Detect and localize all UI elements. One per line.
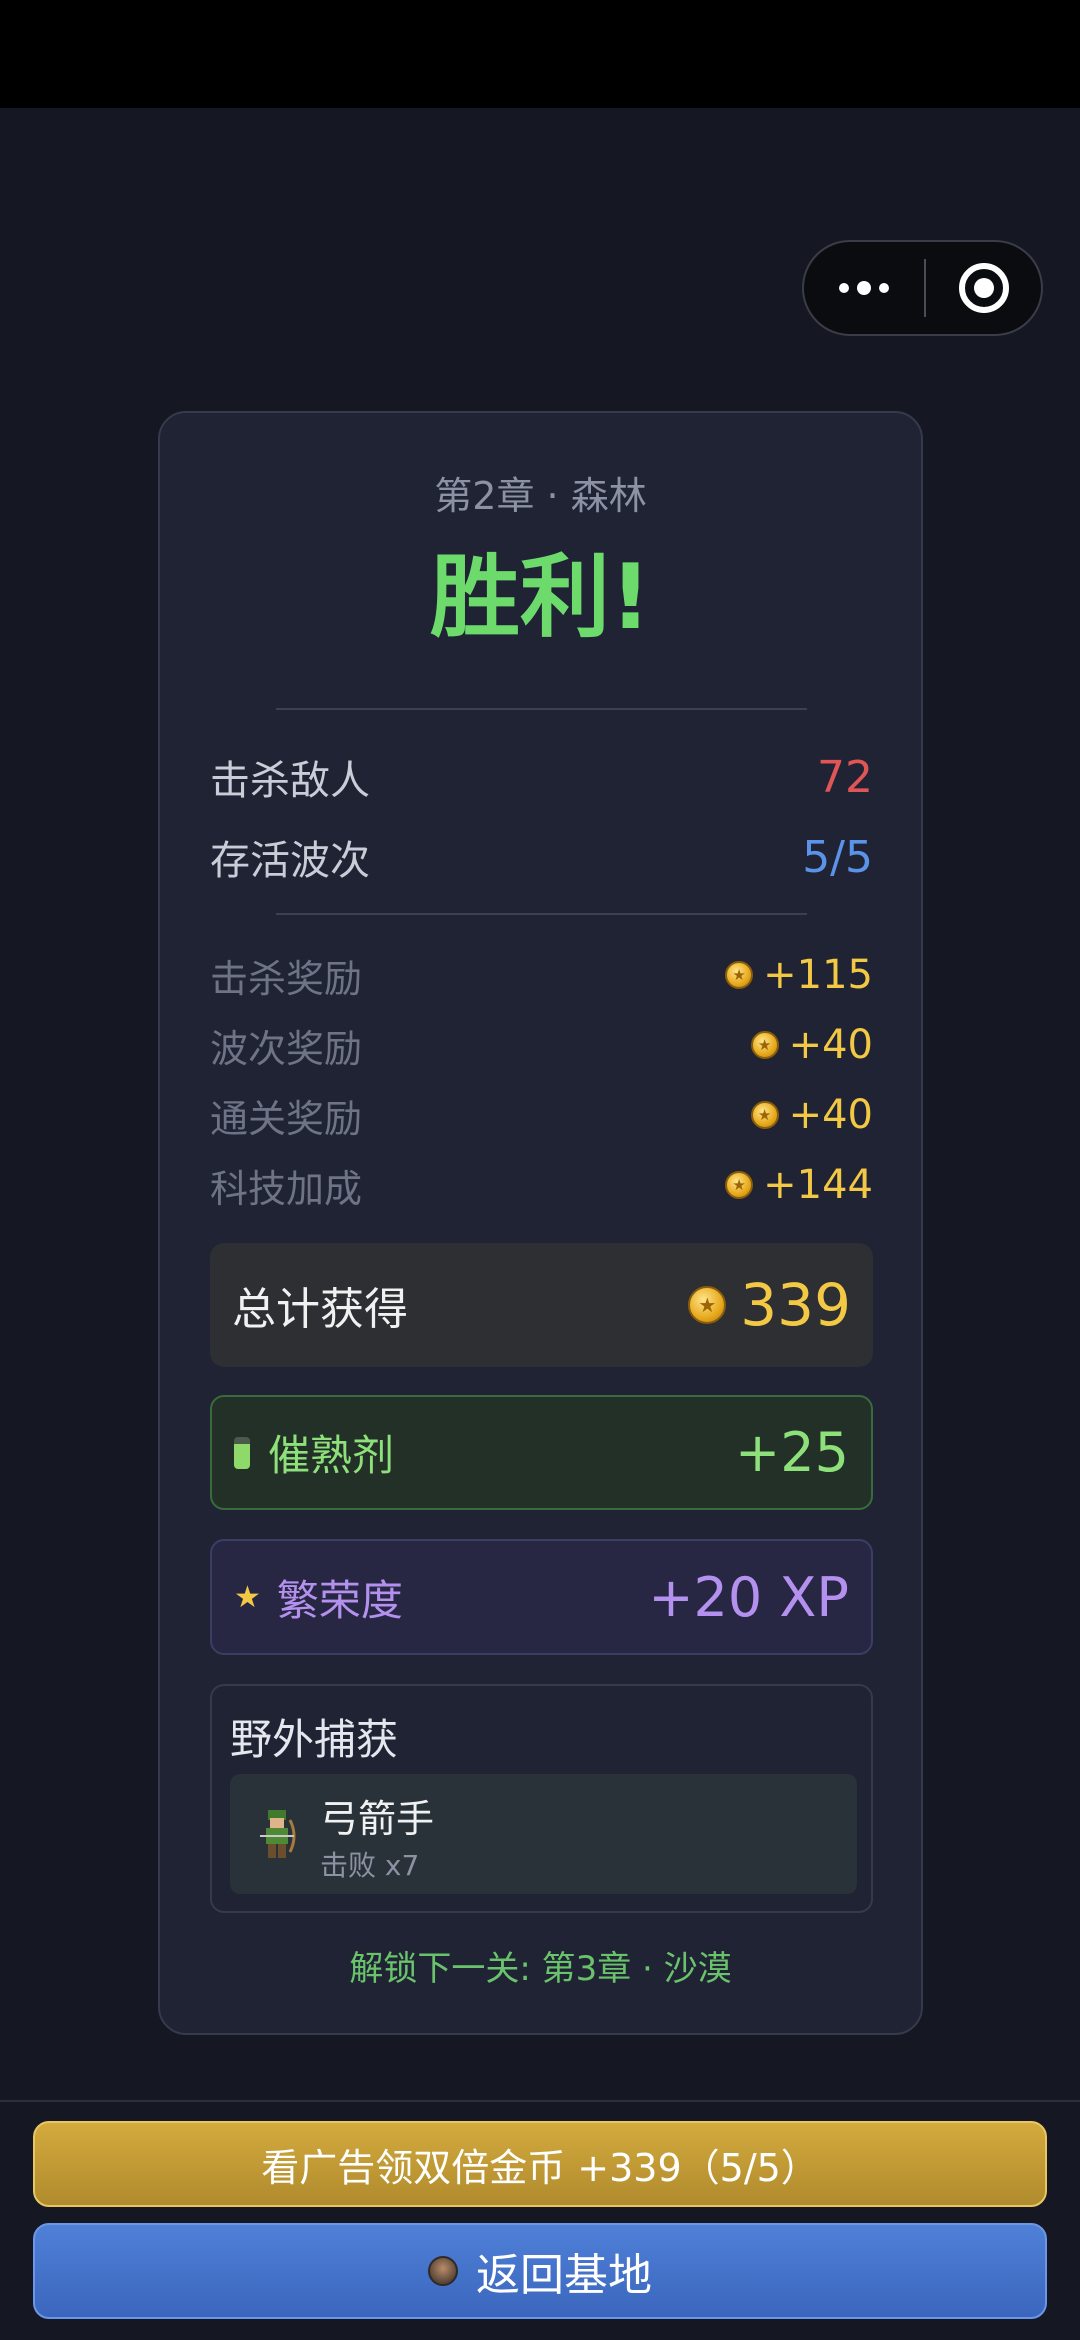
coin-icon — [725, 961, 754, 989]
base-icon — [428, 2256, 458, 2286]
result-card: 第2章 · 森林 胜利! 击杀敌人 72 存活波次 5/5 击杀奖励 +115 … — [158, 411, 923, 2035]
reward-amount: +115 — [763, 952, 873, 998]
unlock-next-text: 解锁下一关: 第3章 · 沙漠 — [349, 1949, 732, 1989]
mini-program-capsule — [802, 240, 1043, 336]
coin-icon — [725, 1171, 754, 1199]
coin-icon — [750, 1101, 779, 1129]
reward-row: 科技加成 +144 — [210, 1157, 873, 1213]
reward-label: 科技加成 — [210, 1166, 363, 1211]
reward-row: 击杀奖励 +115 — [210, 947, 873, 1003]
total-label: 总计获得 — [232, 1284, 408, 1335]
divider — [276, 708, 807, 710]
status-bar — [0, 0, 1080, 108]
reward-label: 通关奖励 — [210, 1096, 363, 1141]
captured-unit-card: 弓箭手 击败 x7 — [230, 1774, 857, 1894]
prosperity-box: ★ 繁荣度 +20 XP — [210, 1539, 873, 1655]
prosperity-value: +20 XP — [648, 1565, 849, 1629]
unit-name: 弓箭手 — [320, 1797, 435, 1841]
divider — [276, 913, 807, 915]
close-target-icon[interactable] — [926, 242, 1041, 334]
catalyst-value: +25 — [735, 1421, 849, 1484]
reward-label: 击杀奖励 — [210, 956, 363, 1001]
chapter-title: 第2章 · 森林 — [434, 474, 647, 518]
coin-icon — [688, 1286, 727, 1324]
stat-value: 72 — [817, 751, 873, 803]
potion-bottle-icon — [234, 1436, 250, 1469]
reward-amount: +40 — [788, 1022, 873, 1068]
star-icon: ★ — [234, 1579, 261, 1615]
return-base-button[interactable]: 返回基地 — [33, 2223, 1047, 2319]
more-icon[interactable] — [804, 242, 924, 334]
catalyst-box: 催熟剂 +25 — [210, 1395, 873, 1510]
reward-row: 通关奖励 +40 — [210, 1087, 873, 1143]
return-base-label: 返回基地 — [476, 2250, 652, 2301]
archer-sprite-icon — [260, 1810, 296, 1858]
stat-row-waves: 存活波次 5/5 — [210, 827, 873, 887]
reward-amount: +40 — [788, 1092, 873, 1138]
catalyst-label: 催熟剂 — [268, 1431, 395, 1480]
watch-ad-double-button[interactable]: 看广告领双倍金币 +339（5/5） — [33, 2121, 1047, 2207]
reward-amount: +144 — [763, 1162, 873, 1208]
capture-title: 野外捕获 — [230, 1715, 399, 1764]
stat-label: 击杀敌人 — [210, 758, 370, 804]
capture-section: 野外捕获 弓箭手 击败 x7 — [210, 1684, 873, 1913]
reward-row: 波次奖励 +40 — [210, 1017, 873, 1073]
coin-icon — [750, 1031, 779, 1059]
stat-label: 存活波次 — [210, 838, 370, 884]
unit-detail: 击败 x7 — [320, 1849, 420, 1882]
total-box: 总计获得 339 — [210, 1243, 873, 1367]
victory-title: 胜利! — [429, 545, 652, 650]
total-value: 339 — [740, 1271, 851, 1339]
stat-row-kills: 击杀敌人 72 — [210, 747, 873, 807]
reward-label: 波次奖励 — [210, 1026, 363, 1071]
stat-value: 5/5 — [802, 831, 873, 883]
prosperity-label: 繁荣度 — [276, 1575, 403, 1625]
